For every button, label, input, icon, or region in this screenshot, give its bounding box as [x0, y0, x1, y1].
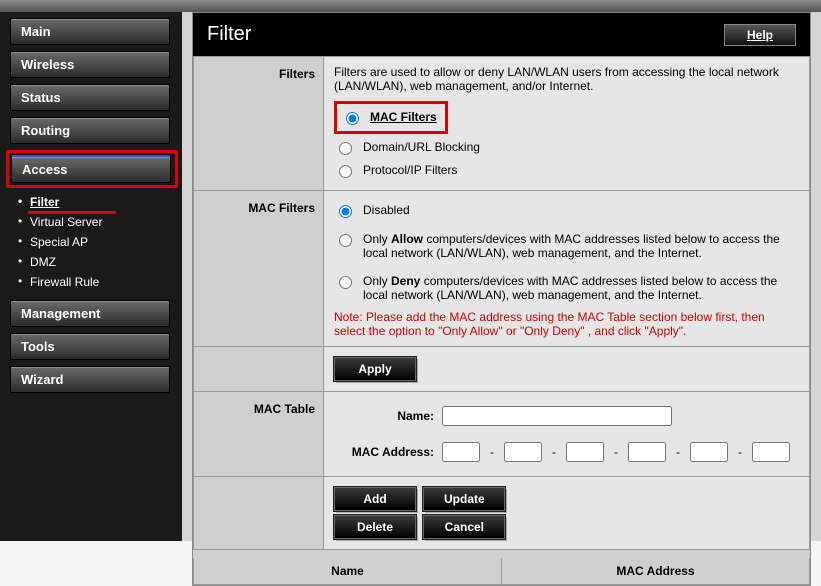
radio-mac-allow[interactable]	[339, 234, 352, 247]
filters-desc: Filters are used to allow or deny LAN/WL…	[334, 65, 799, 93]
mac-seg-2[interactable]	[504, 442, 542, 462]
cancel-button[interactable]: Cancel	[423, 515, 505, 539]
radio-domain-blocking[interactable]	[339, 142, 352, 155]
radio-mac-deny-label[interactable]: Only Deny computers/devices with MAC add…	[363, 274, 799, 302]
nav-access[interactable]: Access	[11, 155, 171, 183]
content: Filter Help Filters Filters are used to …	[182, 12, 821, 541]
sidebar: Main Wireless Status Routing Access Filt…	[0, 12, 182, 541]
radio-mac-filters[interactable]	[346, 112, 359, 125]
radio-protocol-filters[interactable]	[339, 165, 352, 178]
radio-mac-filters-label[interactable]: MAC Filters	[370, 110, 437, 124]
nav-access-highlight: Access	[6, 150, 178, 188]
mac-name-label: Name:	[334, 409, 434, 423]
subnav-dmz[interactable]: DMZ	[30, 252, 176, 272]
mac-address-label: MAC Address:	[334, 445, 434, 459]
col-name: Name	[194, 558, 502, 584]
mactable-label: MAC Table	[194, 392, 324, 477]
radio-mac-disabled-label[interactable]: Disabled	[363, 203, 410, 217]
mac-seg-5[interactable]	[690, 442, 728, 462]
nav-main[interactable]: Main	[10, 18, 170, 45]
col-mac: MAC Address	[502, 558, 809, 584]
subnav-filter[interactable]: Filter	[30, 192, 176, 212]
panel-header: Filter Help	[193, 13, 810, 56]
mac-filters-highlight: MAC Filters	[334, 101, 448, 134]
mac-seg-6[interactable]	[752, 442, 790, 462]
macfilters-label: MAC Filters	[194, 191, 324, 347]
mac-list-header: Name MAC Address	[193, 558, 810, 585]
subnav-firewall-rule[interactable]: Firewall Rule	[30, 272, 176, 292]
apply-button[interactable]: Apply	[334, 357, 416, 381]
nav-tools[interactable]: Tools	[10, 333, 170, 360]
mac-name-input[interactable]	[442, 406, 672, 426]
subnav-virtual-server[interactable]: Virtual Server	[30, 212, 176, 232]
page-title: Filter	[207, 23, 251, 46]
mac-note: Note: Please add the MAC address using t…	[334, 310, 799, 338]
radio-protocol-filters-label[interactable]: Protocol/IP Filters	[363, 163, 457, 177]
radio-mac-deny[interactable]	[339, 276, 352, 289]
nav-management[interactable]: Management	[10, 300, 170, 327]
mac-seg-1[interactable]	[442, 442, 480, 462]
help-button[interactable]: Help	[724, 24, 796, 46]
delete-button[interactable]: Delete	[334, 515, 416, 539]
nav-wizard[interactable]: Wizard	[10, 366, 170, 393]
mac-seg-3[interactable]	[566, 442, 604, 462]
nav-routing[interactable]: Routing	[10, 117, 170, 144]
add-button[interactable]: Add	[334, 487, 416, 511]
mac-seg-4[interactable]	[628, 442, 666, 462]
filters-label: Filters	[194, 57, 324, 191]
nav-access-submenu: Filter Virtual Server Special AP DMZ Fir…	[10, 192, 176, 292]
radio-mac-disabled[interactable]	[339, 205, 352, 218]
nav-wireless[interactable]: Wireless	[10, 51, 170, 78]
radio-domain-blocking-label[interactable]: Domain/URL Blocking	[363, 140, 480, 154]
update-button[interactable]: Update	[423, 487, 505, 511]
subnav-special-ap[interactable]: Special AP	[30, 232, 176, 252]
radio-mac-allow-label[interactable]: Only Allow computers/devices with MAC ad…	[363, 232, 799, 260]
nav-status[interactable]: Status	[10, 84, 170, 111]
